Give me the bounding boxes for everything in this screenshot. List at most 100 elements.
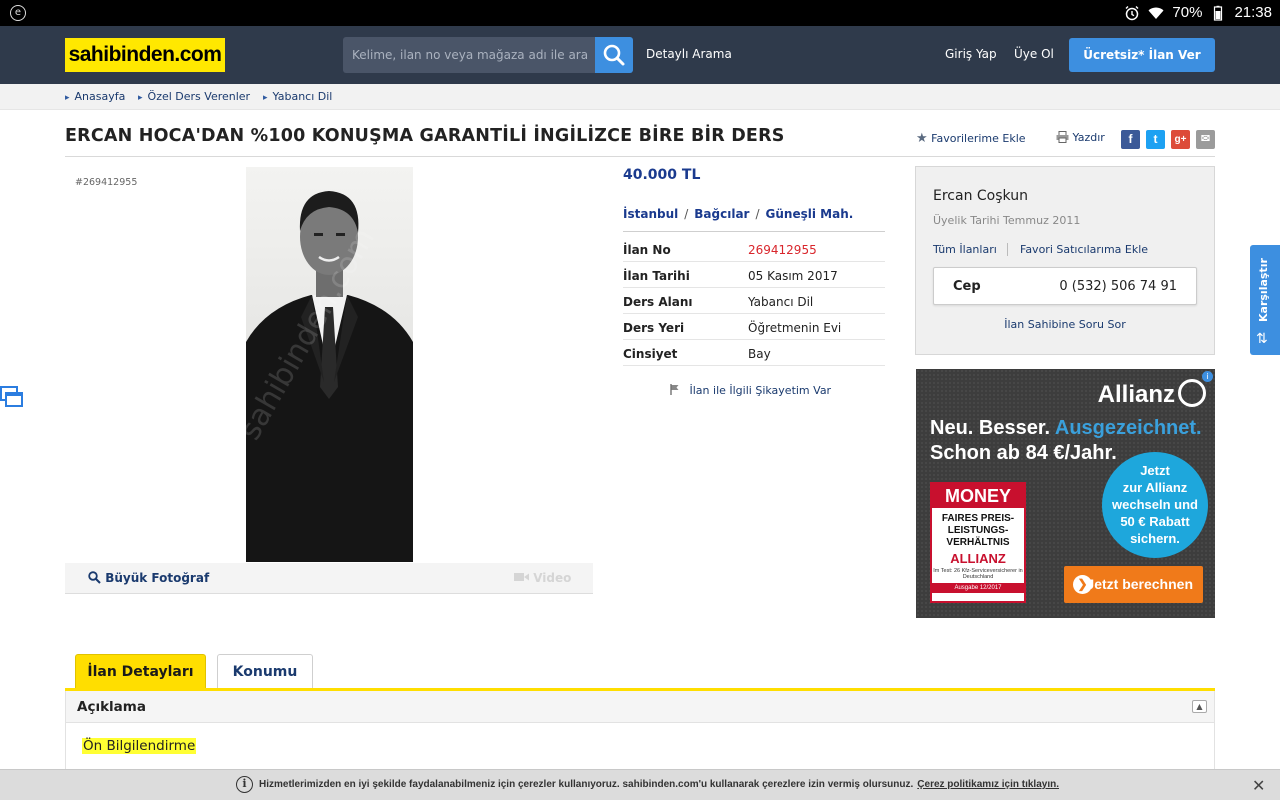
twitter-share-icon[interactable]: t (1146, 130, 1165, 149)
info-icon: i (236, 776, 253, 793)
wifi-icon (1148, 7, 1164, 19)
ad-circle-line: Jetzt (1140, 463, 1170, 478)
listing-title: ERCAN HOCA'DAN %100 KONUŞMA GARANTİLİ İN… (65, 126, 785, 146)
detail-value: Bay (748, 347, 771, 361)
detail-key: İlan No (623, 243, 671, 257)
seller-member-since: Üyelik Tarihi Temmuz 2011 (933, 214, 1081, 227)
ad-award-badge: MONEY FAIRES PREIS-LEISTUNGS-VERHÄLTNIS … (930, 482, 1026, 603)
ask-seller-link[interactable]: İlan Sahibine Soru Sor (916, 318, 1214, 331)
video-button[interactable]: Video (514, 571, 571, 585)
badge-award: FAIRES PREIS-LEISTUNGS-VERHÄLTNIS (941, 513, 1015, 548)
arrow-right-icon: ❯ (1073, 575, 1092, 594)
detail-row-ad-date: İlan Tarihi 05 Kasım 2017 (623, 262, 885, 288)
video-label: Video (533, 571, 572, 585)
site-header: sahibinden.com Detaylı Arama Giriş Yap Ü… (0, 26, 1280, 84)
location-separator: / (755, 207, 760, 221)
badge-test-note: Im Test: 26 Kfz-Serviceversicherer in De… (933, 568, 1023, 580)
detail-row-lesson-place: Ders Yeri Öğretmenin Evi (623, 314, 885, 340)
swap-arrows-icon: ⇅ (1256, 331, 1268, 347)
video-camera-icon (514, 573, 529, 581)
compare-side-tab[interactable]: Karşılaştır ⇅ (1250, 245, 1280, 355)
cookie-banner: i Hizmetlerimizden en iyi şekilde faydal… (0, 769, 1280, 800)
battery-icon (1214, 5, 1223, 21)
complaint-label: İlan ile İlgili Şikayetim Var (689, 384, 832, 397)
multi-window-icon[interactable] (0, 386, 24, 408)
print-link[interactable]: Yazdır (1056, 131, 1105, 144)
tab-location[interactable]: Konumu (217, 654, 313, 689)
google-plus-share-icon[interactable]: g+ (1171, 130, 1190, 149)
breadcrumb-home[interactable]: Anasayfa (65, 90, 126, 103)
login-link[interactable]: Giriş Yap (945, 47, 997, 61)
phone-label: Cep (953, 279, 981, 294)
detail-row-gender: Cinsiyet Bay (623, 340, 885, 366)
detail-row-ad-no: İlan No 269412955 (623, 236, 885, 262)
battery-percent: 70% (1172, 4, 1203, 21)
allianz-logo-icon (1178, 379, 1206, 407)
add-favorites-link[interactable]: ★ Favorilerime Ekle (916, 131, 1026, 146)
post-ad-button[interactable]: Ücretsiz* İlan Ver (1069, 38, 1215, 72)
location-neighborhood[interactable]: Güneşli Mah. (766, 207, 854, 221)
seller-link-divider (1007, 243, 1008, 256)
listing-location: İstanbul / Bağcılar / Güneşli Mah. (623, 207, 853, 221)
description-first-line: Ön Bilgilendirme (82, 738, 197, 754)
phone-number: 0 (532) 506 74 91 (1059, 279, 1177, 294)
detail-key: Cinsiyet (623, 347, 678, 361)
email-share-icon[interactable]: ✉ (1196, 130, 1215, 149)
close-icon[interactable]: ✕ (1252, 776, 1265, 795)
compare-label: Karşılaştır (1257, 258, 1270, 322)
breadcrumb: Anasayfa Özel Ders Verenler Yabancı Dil (0, 84, 1280, 110)
title-divider (65, 156, 1215, 157)
printer-icon (1056, 131, 1069, 143)
status-bar: e 70% 21:38 (0, 0, 1280, 26)
magnifier-icon (88, 571, 101, 584)
seller-name: Ercan Coşkun (933, 188, 1028, 204)
site-logo[interactable]: sahibinden.com (65, 38, 225, 72)
big-photo-label: Büyük Fotoğraf (105, 571, 210, 585)
location-divider (623, 231, 885, 232)
complaint-link[interactable]: İlan ile İlgili Şikayetim Var (670, 384, 831, 397)
detailed-search-link[interactable]: Detaylı Arama (646, 47, 732, 61)
favorite-seller-link[interactable]: Favori Satıcılarıma Ekle (1020, 243, 1148, 256)
ad-calculate-button[interactable]: ❯ Jetzt berechnen (1064, 566, 1203, 603)
allianz-ad-banner[interactable]: i Allianz Neu. Besser. Ausgezeichnet. Sc… (916, 369, 1215, 618)
listing-id-label: #269412955 (75, 177, 138, 188)
ad-headline: Neu. Besser. Ausgezeichnet. (930, 417, 1202, 440)
search-button[interactable] (595, 37, 633, 73)
seller-all-ads-link[interactable]: Tüm İlanları (933, 243, 997, 256)
ad-headline-highlight: Ausgezeichnet. (1054, 417, 1202, 439)
register-link[interactable]: Üye Ol (1014, 47, 1054, 61)
location-city[interactable]: İstanbul (623, 207, 678, 221)
ad-choices-icon[interactable]: i (1202, 371, 1213, 382)
browser-app-icon: e (10, 5, 26, 21)
description-title: Açıklama (77, 699, 146, 715)
ad-discount-circle: Jetzt zur Allianz wechseln und 50 € Raba… (1102, 452, 1208, 558)
phone-box[interactable]: Cep 0 (532) 506 74 91 (933, 267, 1197, 305)
cookie-policy-link[interactable]: Çerez politikamız için tıklayın. (917, 779, 1059, 790)
flag-icon (670, 384, 679, 395)
search-input[interactable] (343, 37, 595, 73)
badge-brand: ALLIANZ (950, 551, 1006, 566)
tab-ad-details[interactable]: İlan Detayları (75, 654, 206, 689)
ad-circle-line: 50 € Rabatt (1120, 514, 1190, 529)
detail-key: Ders Yeri (623, 321, 685, 335)
big-photo-button[interactable]: Büyük Fotoğraf (88, 571, 209, 585)
breadcrumb-private-lessons[interactable]: Özel Ders Verenler (138, 90, 251, 103)
ad-circle-line: zur Allianz (1122, 480, 1188, 495)
detail-value: Yabancı Dil (748, 295, 814, 309)
listing-photo[interactable]: sahibinden.com (246, 167, 413, 562)
location-district[interactable]: Bağcılar (694, 207, 749, 221)
badge-issue: Ausgabe 12/2017 (932, 583, 1024, 593)
star-icon: ★ (916, 131, 928, 146)
seller-card: Ercan Coşkun Üyelik Tarihi Temmuz 2011 T… (915, 166, 1215, 355)
alarm-icon (1125, 5, 1139, 20)
ad-circle-line: sichern. (1130, 531, 1180, 546)
collapse-icon[interactable]: ▲ (1192, 700, 1207, 713)
breadcrumb-foreign-language[interactable]: Yabancı Dil (263, 90, 333, 103)
badge-magazine: MONEY (932, 484, 1024, 508)
add-favorites-label: Favorilerime Ekle (931, 132, 1026, 145)
search-icon (603, 44, 625, 66)
print-label: Yazdır (1072, 131, 1105, 144)
facebook-share-icon[interactable]: f (1121, 130, 1140, 149)
detail-value: 05 Kasım 2017 (748, 269, 838, 283)
detail-key: İlan Tarihi (623, 269, 690, 283)
